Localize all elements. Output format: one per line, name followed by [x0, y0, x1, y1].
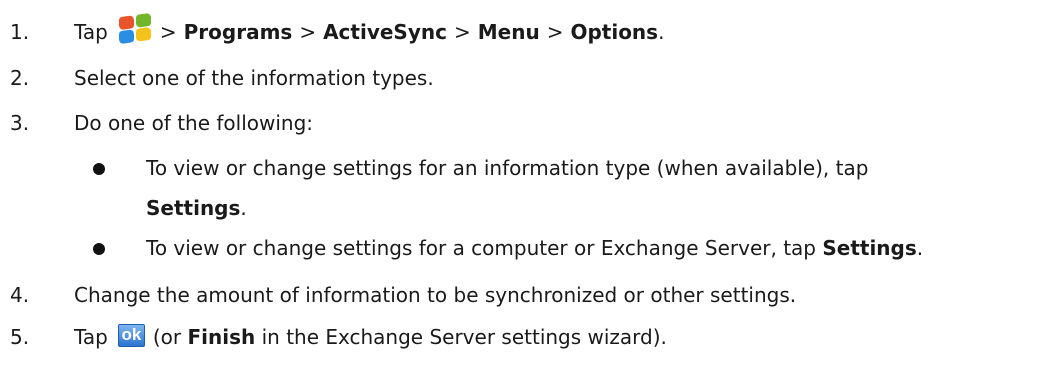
- ok-icon: ok: [117, 323, 145, 347]
- path-options: Options: [570, 20, 659, 44]
- tap-word: Tap: [74, 325, 108, 349]
- step-text: Tap ok (or Finish in the Exchange Server…: [74, 323, 667, 349]
- path-separator: >: [453, 20, 471, 44]
- step-text: Change the amount of information to be s…: [74, 283, 797, 307]
- step-number: 4.: [10, 283, 30, 307]
- bullet-text: To view or change settings for a compute…: [146, 236, 924, 260]
- step-text: Select one of the information types.: [74, 66, 434, 90]
- path-activesync: ActiveSync: [323, 20, 447, 44]
- path-separator: >: [546, 20, 564, 44]
- bullet-icon: [93, 163, 105, 175]
- bullet-text-line2: Settings.: [146, 196, 247, 220]
- step-text: Tap > Programs > ActiveSync > Menu > Opt…: [74, 12, 665, 47]
- step-number: 1.: [10, 20, 30, 44]
- tap-word: Tap: [74, 20, 108, 44]
- path-programs: Programs: [183, 20, 293, 44]
- bullet-icon: [93, 243, 105, 255]
- windows-start-icon: [118, 11, 152, 46]
- finish-label: Finish: [187, 325, 256, 349]
- bullet-text-line1: To view or change settings for an inform…: [146, 156, 869, 180]
- path-separator: >: [159, 20, 177, 44]
- step-end: .: [658, 20, 665, 44]
- step-number: 3.: [10, 111, 30, 135]
- settings-label: Settings: [822, 236, 917, 260]
- step-text: Do one of the following:: [74, 111, 314, 135]
- step-number: 2.: [10, 66, 30, 90]
- path-menu: Menu: [477, 20, 540, 44]
- path-separator: >: [299, 20, 317, 44]
- step-number: 5.: [10, 325, 30, 349]
- settings-label: Settings: [146, 196, 241, 220]
